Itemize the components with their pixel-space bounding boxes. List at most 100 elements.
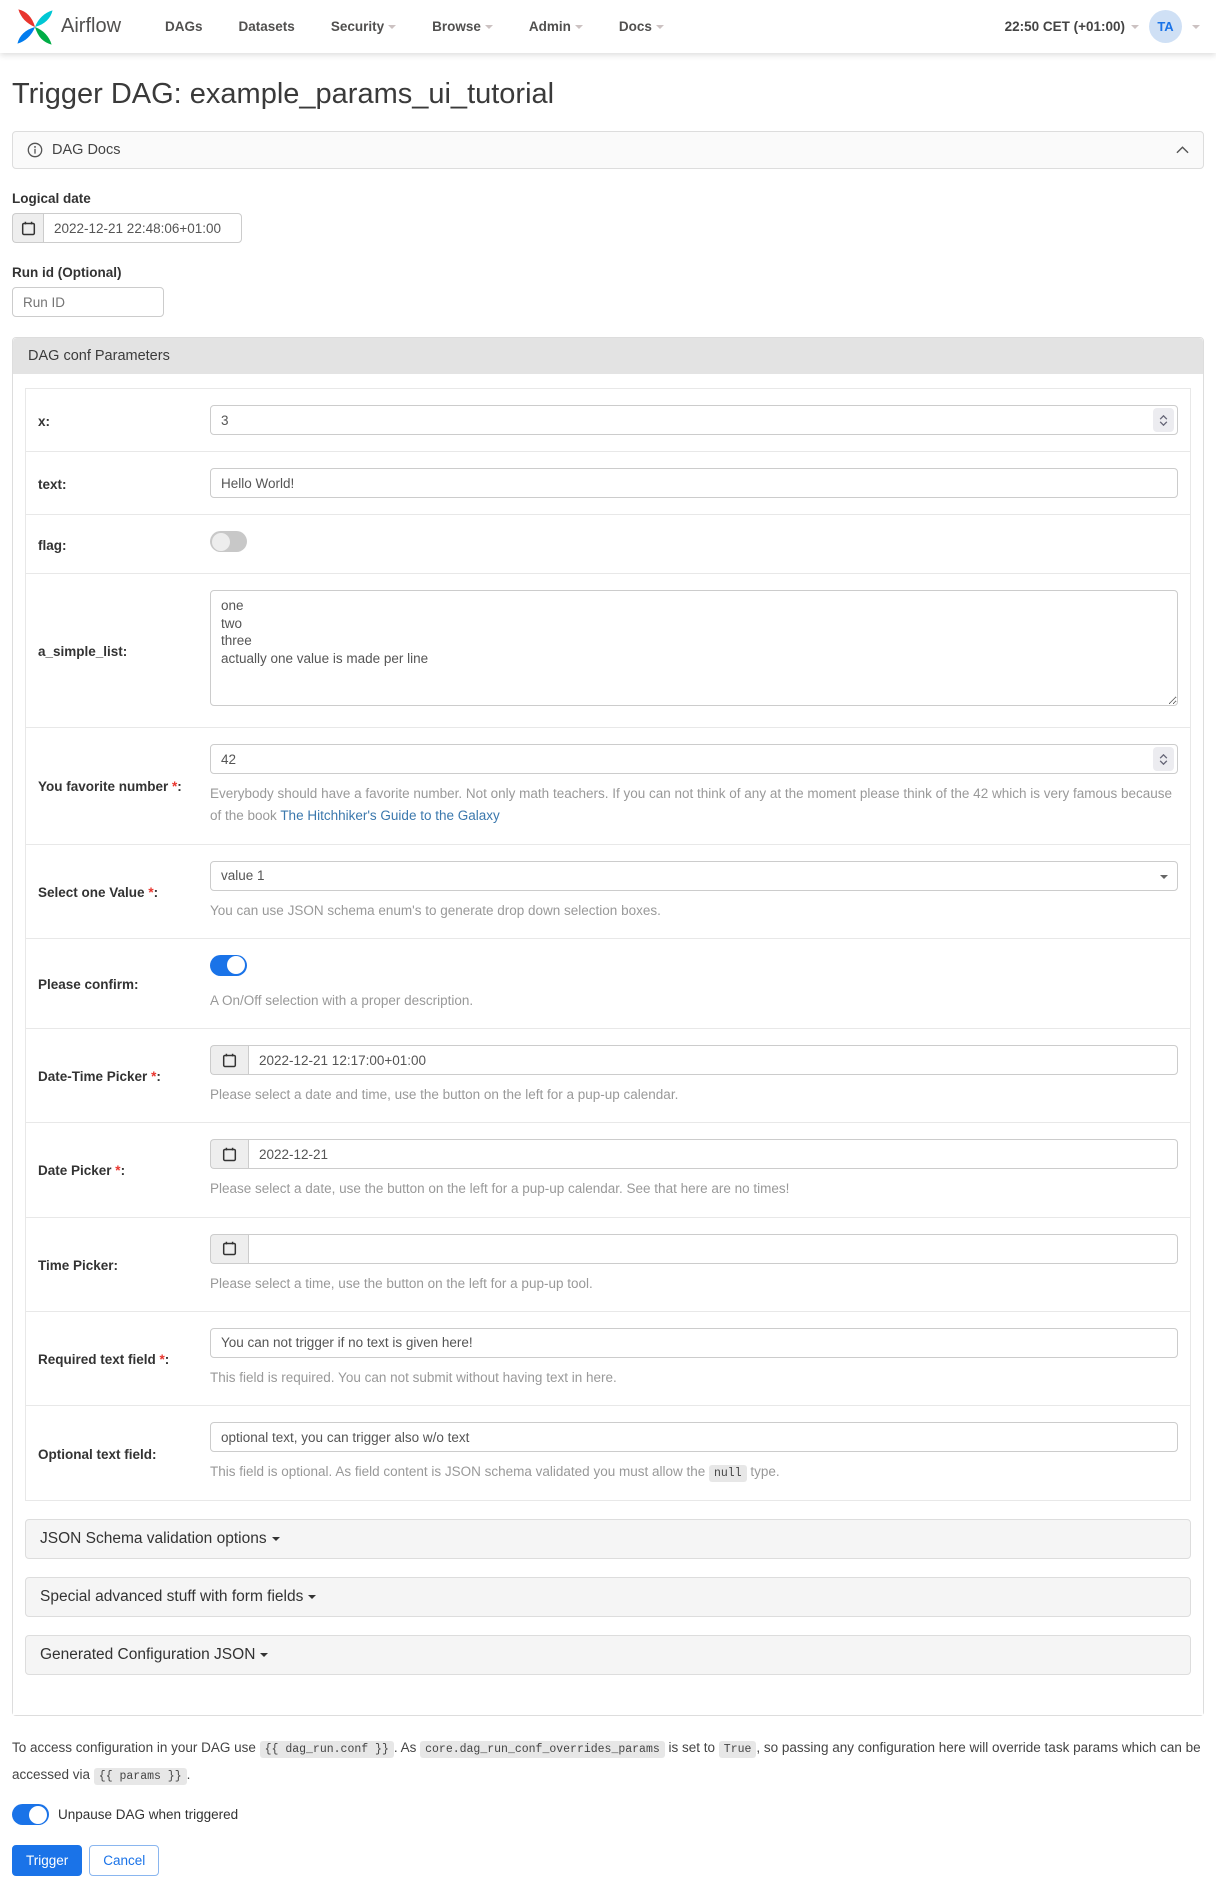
accordion-special-advanced[interactable]: Special advanced stuff with form fields [25, 1577, 1191, 1617]
time-input[interactable] [248, 1234, 1178, 1264]
param-label: Date-Time Picker *: [38, 1067, 210, 1084]
unpause-toggle[interactable] [12, 1804, 49, 1825]
hitchhiker-link[interactable]: The Hitchhiker's Guide to the Galaxy [280, 808, 499, 823]
number-spinner[interactable] [1153, 408, 1174, 432]
param-label: Date Picker *: [38, 1161, 210, 1178]
chevron-up-icon[interactable] [1176, 146, 1189, 154]
timezone-selector[interactable]: 22:50 CET (+01:00) [1005, 19, 1139, 34]
param-help: This field is optional. As field content… [210, 1461, 1178, 1484]
datetime-input[interactable] [248, 1045, 1178, 1075]
caret-down-icon [1131, 25, 1139, 29]
caret-down-icon [388, 25, 396, 29]
simple-list-textarea[interactable]: one two three actually one value is made… [210, 590, 1178, 706]
param-label: x: [38, 412, 210, 429]
param-label: Time Picker: [38, 1256, 210, 1273]
param-row-x: x: [26, 389, 1190, 452]
true-chip: True [719, 1741, 757, 1758]
calendar-button[interactable] [210, 1045, 248, 1075]
cancel-button[interactable]: Cancel [89, 1845, 159, 1876]
number-spinner[interactable] [1153, 747, 1174, 771]
param-help: Please select a date, use the button on … [210, 1178, 1178, 1200]
logical-date-group [12, 213, 242, 243]
run-id-input[interactable] [12, 287, 164, 317]
info-icon [27, 142, 43, 158]
param-row-optional-text: Optional text field: This field is optio… [26, 1406, 1190, 1500]
navbar: Airflow DAGs Datasets Security Browse Ad… [0, 0, 1216, 53]
param-label: Required text field *: [38, 1350, 210, 1367]
param-row-flag: flag: [26, 515, 1190, 574]
calendar-button[interactable] [12, 213, 43, 243]
caret-down-icon [575, 25, 583, 29]
nav-item-docs[interactable]: Docs [619, 19, 664, 34]
nav-item-security[interactable]: Security [331, 19, 396, 34]
logical-date-label: Logical date [12, 191, 1204, 206]
param-help: This field is required. You can not subm… [210, 1367, 1178, 1389]
airflow-brand[interactable]: Airflow [16, 8, 121, 46]
nav-item-dags[interactable]: DAGs [165, 19, 203, 34]
nav-item-datasets[interactable]: Datasets [239, 19, 295, 34]
param-row-please-confirm: Please confirm: A On/Off selection with … [26, 939, 1190, 1029]
param-label: Select one Value *: [38, 883, 210, 900]
number-field[interactable] [211, 406, 1153, 434]
param-row-date-picker: Date Picker *: [26, 1123, 1190, 1217]
page-title: Trigger DAG: example_params_ui_tutorial [12, 78, 1204, 111]
param-label: You favorite number *: [38, 777, 210, 794]
param-row-datetime-picker: Date-Time Picker *: [26, 1029, 1190, 1123]
number-field[interactable] [211, 745, 1153, 773]
user-avatar[interactable]: TA [1149, 10, 1182, 43]
confirm-toggle[interactable] [210, 955, 247, 976]
time-picker-group [210, 1234, 1178, 1264]
run-id-label: Run id (Optional) [12, 265, 1204, 280]
date-input[interactable] [248, 1139, 1178, 1169]
dag-docs-label: DAG Docs [52, 142, 121, 158]
caret-down-icon [260, 1653, 268, 1657]
param-row-text: text: [26, 452, 1190, 515]
calendar-button[interactable] [210, 1234, 248, 1264]
text-input[interactable] [210, 468, 1178, 498]
flag-toggle[interactable] [210, 531, 247, 552]
clock-label: 22:50 CET (+01:00) [1005, 19, 1125, 34]
param-help: Please select a time, use the button on … [210, 1273, 1178, 1295]
logical-date-input[interactable] [43, 213, 242, 243]
param-help: A On/Off selection with a proper descrip… [210, 990, 1178, 1012]
number-input-favorite[interactable] [210, 744, 1178, 774]
param-label: flag: [38, 536, 210, 553]
null-code-chip: null [709, 1465, 747, 1482]
dag-docs-accordion[interactable]: DAG Docs [12, 131, 1204, 169]
nav-item-admin[interactable]: Admin [529, 19, 583, 34]
caret-down-icon [308, 1595, 316, 1599]
trigger-button[interactable]: Trigger [12, 1845, 82, 1876]
param-row-a-simple-list: a_simple_list: one two three actually on… [26, 574, 1190, 728]
optional-text-input[interactable] [210, 1422, 1178, 1452]
required-text-input[interactable] [210, 1328, 1178, 1358]
param-help: Please select a date and time, use the b… [210, 1084, 1178, 1106]
param-help: Everybody should have a favorite number.… [210, 783, 1178, 828]
param-label: Optional text field: [38, 1445, 210, 1462]
conf-help-text: To access configuration in your DAG use … [12, 1734, 1204, 1788]
calendar-button[interactable] [210, 1139, 248, 1169]
param-label: a_simple_list: [38, 642, 210, 659]
dag-run-conf-chip: {{ dag_run.conf }} [260, 1741, 394, 1758]
unpause-label: Unpause DAG when triggered [58, 1807, 238, 1822]
value-select[interactable]: value 1 [210, 861, 1178, 891]
number-input-x[interactable] [210, 405, 1178, 435]
params-table: x: text: [25, 388, 1191, 1501]
calendar-icon [222, 1147, 237, 1162]
nav-item-browse[interactable]: Browse [432, 19, 493, 34]
dag-conf-panel: DAG conf Parameters x: [12, 337, 1204, 1716]
core-conf-chip: core.dag_run_conf_overrides_params [420, 1741, 665, 1758]
param-row-time-picker: Time Picker: Pl [26, 1218, 1190, 1312]
params-chip: {{ params }} [94, 1768, 187, 1785]
caret-down-icon [272, 1537, 280, 1541]
calendar-icon [222, 1241, 237, 1256]
calendar-icon [21, 221, 36, 236]
accordion-generated-json[interactable]: Generated Configuration JSON [25, 1635, 1191, 1675]
calendar-icon [222, 1053, 237, 1068]
accordion-json-schema-options[interactable]: JSON Schema validation options [25, 1519, 1191, 1559]
nav-menu: DAGs Datasets Security Browse Admin Docs [165, 19, 664, 34]
caret-down-icon [656, 25, 664, 29]
brand-label: Airflow [61, 15, 121, 38]
user-menu-caret-icon[interactable] [1192, 25, 1200, 29]
select-caret-icon [1160, 875, 1168, 879]
param-help: You can use JSON schema enum's to genera… [210, 900, 1178, 922]
